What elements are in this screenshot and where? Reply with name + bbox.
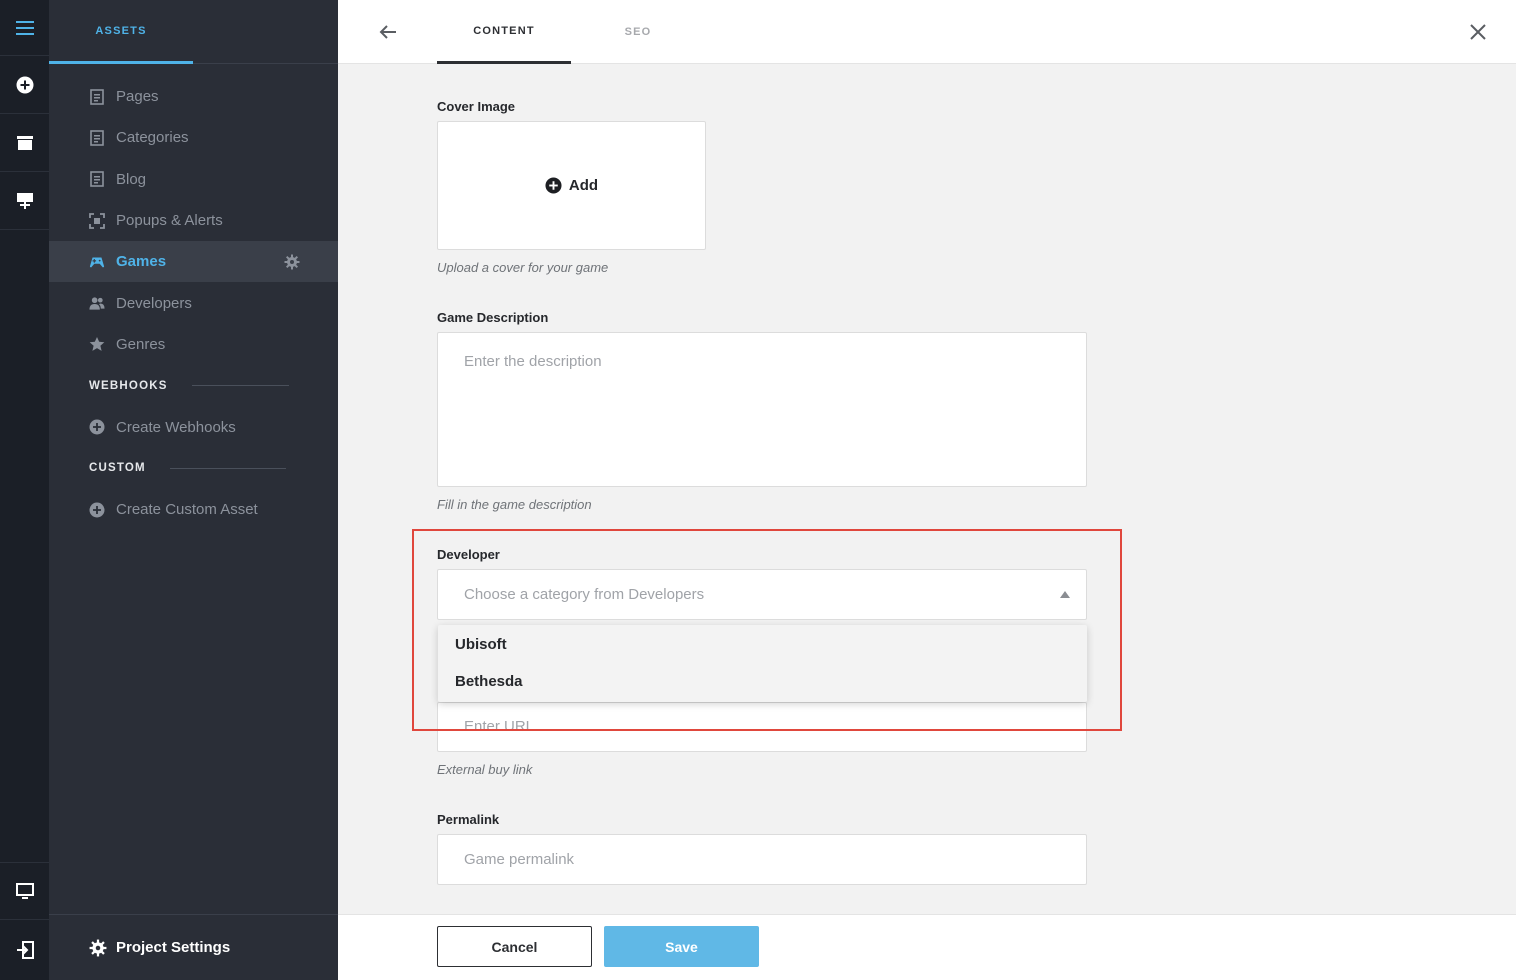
sidebar-item-blog[interactable]: Blog (49, 159, 338, 200)
game-description-label: Game Description (437, 310, 549, 325)
add-label: Add (568, 177, 599, 194)
add-circle-icon (89, 419, 105, 435)
project-settings-link[interactable]: Project Settings (49, 914, 338, 980)
create-webhooks-link[interactable]: Create Webhooks (49, 406, 338, 447)
tab-content[interactable]: CONTENT (437, 0, 571, 64)
add-circle-icon (545, 177, 562, 194)
cover-image-hint: Upload a cover for your game (437, 260, 609, 275)
icon-rail (0, 0, 49, 980)
cancel-button[interactable]: Cancel (437, 926, 592, 967)
editor-topbar: CONTENT SEO (338, 0, 1516, 64)
page-icon (89, 88, 105, 105)
add-circle-icon (89, 502, 105, 518)
close-icon[interactable] (1466, 20, 1490, 44)
add-circle-icon[interactable] (0, 56, 49, 114)
sidebar-item-label: Pages (116, 88, 159, 106)
sidebar-item-genres[interactable]: Genres (49, 324, 338, 365)
gear-icon (89, 939, 107, 957)
sidebar-item-label: Games (116, 253, 167, 271)
save-button[interactable]: Save (604, 926, 759, 967)
project-settings-label: Project Settings (116, 939, 231, 956)
cover-image-upload[interactable]: Add (437, 121, 706, 250)
menu-icon[interactable] (0, 0, 49, 56)
developer-label: Developer (437, 547, 500, 562)
tab-seo[interactable]: SEO (590, 0, 686, 64)
developer-dropdown-menu: Ubisoft Bethesda (438, 625, 1087, 702)
permalink-label: Permalink (437, 812, 500, 827)
section-title: CUSTOM (89, 462, 146, 475)
assets-sidebar: ASSETS Pages Categories Blog Popups & Al… (49, 0, 338, 980)
sidebar-item-developers[interactable]: Developers (49, 282, 338, 323)
popup-frame-icon (89, 212, 105, 229)
tab-assets[interactable]: ASSETS (49, 0, 193, 64)
gear-icon[interactable] (284, 254, 300, 270)
sidebar-item-label: Developers (116, 294, 192, 312)
caret-up-icon (1060, 591, 1070, 598)
sidebar-item-label: Create Custom Asset (116, 501, 258, 519)
sidebar-item-popups-alerts[interactable]: Popups & Alerts (49, 200, 338, 241)
section-title: WEBHOOKS (89, 379, 168, 392)
sidebar-item-label: Categories (116, 129, 189, 147)
sidebar-item-pages[interactable]: Pages (49, 76, 338, 117)
sidebar-list: Pages Categories Blog Popups & Alerts Ga… (49, 76, 338, 530)
game-description-textarea[interactable]: Enter the description (437, 332, 1087, 487)
dropdown-option-ubisoft[interactable]: Ubisoft (438, 626, 1087, 663)
sidebar-item-label: Popups & Alerts (116, 212, 223, 230)
star-icon (89, 336, 105, 352)
cover-image-label: Cover Image (437, 99, 516, 114)
gamepad-icon (89, 254, 105, 270)
editor-footer: Cancel Save (338, 914, 1516, 980)
users-icon (89, 295, 105, 311)
add-cover-button[interactable]: Add (545, 177, 598, 194)
page-icon (89, 130, 105, 146)
back-arrow-icon[interactable] (376, 20, 400, 44)
sidebar-item-label: Blog (116, 170, 147, 188)
dropdown-option-bethesda[interactable]: Bethesda (438, 663, 1087, 700)
permalink-placeholder: Game permalink (464, 851, 575, 868)
create-custom-asset-link[interactable]: Create Custom Asset (49, 489, 338, 530)
section-divider (191, 385, 289, 387)
sidebar-item-games[interactable]: Games (49, 241, 338, 283)
buy-link-input[interactable]: Enter URL (437, 702, 1087, 752)
section-divider (169, 467, 286, 469)
monitor-icon[interactable] (0, 862, 49, 920)
buy-link-hint: External buy link (437, 762, 533, 777)
webhooks-section-heading: WEBHOOKS (49, 365, 338, 406)
sign-out-icon[interactable] (0, 921, 49, 979)
custom-section-heading: CUSTOM (49, 448, 338, 489)
sidebar-item-categories[interactable]: Categories (49, 117, 338, 158)
sidebar-item-label: Genres (116, 335, 166, 353)
sidebar-tabbar: ASSETS (49, 0, 338, 64)
easel-icon[interactable] (0, 172, 49, 230)
archive-box-icon[interactable] (0, 114, 49, 172)
game-description-hint: Fill in the game description (437, 497, 592, 512)
developer-select[interactable]: Choose a category from Developers (437, 569, 1087, 620)
sidebar-item-label: Create Webhooks (116, 418, 236, 436)
page-icon (89, 171, 105, 188)
developer-select-placeholder: Choose a category from Developers (464, 586, 705, 603)
game-editor-panel: CONTENT SEO Cover Image Add Upload a cov… (338, 0, 1516, 980)
permalink-input[interactable]: Game permalink (437, 834, 1087, 885)
